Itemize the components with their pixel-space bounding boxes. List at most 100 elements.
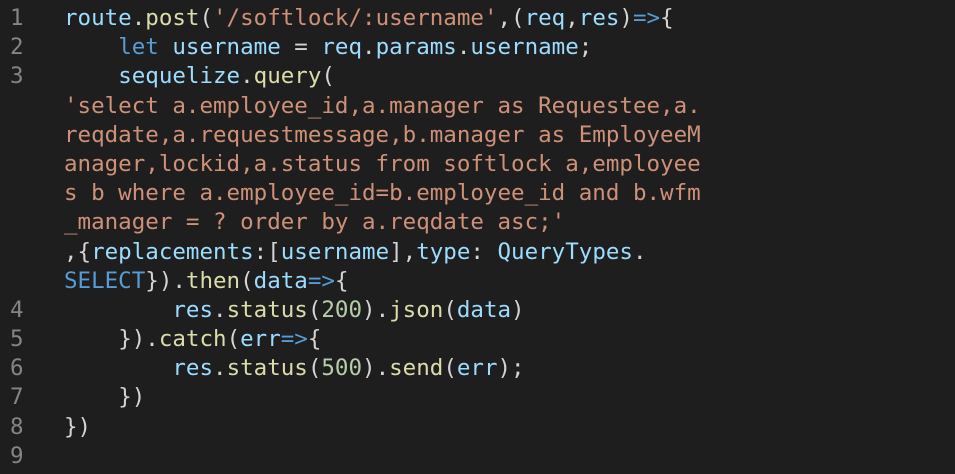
code-line[interactable]: reqdate,a.requestmessage,b.manager as Em… <box>0 121 955 150</box>
code-token: }) <box>64 413 92 440</box>
code-content: let username = req.params.username; <box>64 33 592 62</box>
code-token: . <box>362 34 376 61</box>
code-token: ). <box>362 355 390 382</box>
line-number: 9 <box>10 442 24 469</box>
line-number <box>0 179 64 208</box>
code-token: '/softlock/:username' <box>213 5 498 31</box>
code-token: ( <box>226 326 241 353</box>
code-line[interactable]: 6 res.status(500).send(err); <box>0 354 955 383</box>
code-token: ; <box>578 34 593 61</box>
code-token: QueryTypes <box>497 238 633 265</box>
code-content: sequelize.query( <box>64 62 335 91</box>
code-token: replacements <box>91 238 254 265</box>
code-token: _manager = ? order by a.reqdate asc;' <box>64 209 566 236</box>
line-number <box>0 121 64 150</box>
code-token: . <box>240 63 254 90</box>
code-token: res <box>172 296 214 323</box>
line-number: 8 <box>10 413 24 440</box>
code-content: route.post('/softlock/:username',(req,re… <box>64 4 674 33</box>
code-line[interactable]: 4 res.status(200).json(data) <box>0 296 955 325</box>
code-content: res.status(200).json(data) <box>64 296 525 325</box>
code-token: status <box>226 355 308 382</box>
code-line[interactable]: _manager = ? order by a.reqdate asc;' <box>0 208 955 237</box>
code-line[interactable]: 9 <box>0 442 955 471</box>
code-line[interactable]: 7 }) <box>0 383 955 412</box>
code-token: username <box>172 34 281 61</box>
code-token: }). <box>145 267 186 294</box>
code-content: 'select a.employee_id,a.manager as Reque… <box>64 92 701 121</box>
code-editor[interactable]: 1 route.post('/softlock/:username',(req,r… <box>0 0 955 474</box>
code-line[interactable]: s b where a.employee_id=b.employee_id an… <box>0 179 955 208</box>
code-token: => <box>632 5 661 31</box>
code-token: ( <box>307 296 322 323</box>
code-token: catch <box>158 326 227 353</box>
code-token: res <box>172 355 214 382</box>
code-token: ). <box>362 296 390 323</box>
code-token: ,( <box>497 5 525 31</box>
code-token: ) <box>619 5 633 31</box>
line-number: 7 <box>10 384 24 411</box>
code-token: . <box>131 5 146 31</box>
code-token: = <box>280 34 322 61</box>
code-token: then <box>185 267 241 294</box>
code-line[interactable]: 5 }).catch(err=>{ <box>0 325 955 354</box>
line-number: 3 <box>10 63 24 90</box>
code-token: data <box>253 267 308 294</box>
code-line[interactable]: 8}) <box>0 413 955 442</box>
code-line[interactable]: 2 let username = req.params.username; <box>0 33 955 62</box>
code-token: => <box>307 267 335 294</box>
code-token: ( <box>240 267 254 294</box>
code-token: }) <box>118 384 146 411</box>
code-content: }) <box>64 413 91 442</box>
code-token: { <box>660 5 674 31</box>
code-token: reqdate,a.requestmessage,b.manager as Em… <box>64 121 701 148</box>
code-token: ) <box>511 296 525 323</box>
code-token: ( <box>199 5 214 31</box>
code-token: ,{ <box>64 238 92 265</box>
line-number <box>0 208 64 237</box>
code-token: { <box>334 267 349 294</box>
code-token: res <box>578 5 620 31</box>
code-token: , <box>565 5 579 31</box>
code-token: . <box>213 355 227 382</box>
code-line[interactable]: anager,lockid,a.status from softlock a,e… <box>0 150 955 179</box>
code-token: let <box>118 34 159 61</box>
code-token: 200 <box>321 296 363 323</box>
code-line[interactable]: 1 route.post('/softlock/:username',(req,r… <box>0 4 955 33</box>
code-token: data <box>456 296 512 323</box>
line-number <box>0 150 64 179</box>
code-token: err <box>240 326 281 353</box>
code-token: err <box>456 355 498 382</box>
code-token: { <box>307 326 322 353</box>
code-token: ( <box>307 355 322 382</box>
line-number: 5 <box>10 326 24 353</box>
line-number: 2 <box>10 34 24 61</box>
code-token: s b where a.employee_id=b.employee_id an… <box>64 180 701 207</box>
code-token: username <box>280 238 390 265</box>
code-line[interactable]: SELECT}).then(data=>{ <box>0 267 955 296</box>
code-token: query <box>253 63 322 90</box>
code-token: 500 <box>321 355 363 382</box>
code-token: :[ <box>253 238 281 265</box>
code-content: _manager = ? order by a.reqdate asc;' <box>64 208 565 237</box>
code-token: ); <box>497 355 525 382</box>
code-token: ( <box>443 355 457 382</box>
code-token: => <box>280 326 308 353</box>
code-token: . <box>213 296 227 323</box>
code-token: route <box>64 5 132 31</box>
code-line[interactable]: ,{replacements:[username],type: QueryTyp… <box>0 238 955 267</box>
code-token: send <box>389 355 444 382</box>
line-number <box>0 238 64 267</box>
code-line[interactable]: 3 sequelize.query( <box>0 62 955 91</box>
code-token: type <box>416 238 471 265</box>
code-token: post <box>145 5 200 31</box>
code-token: 'select a.employee_id,a.manager as Reque… <box>64 92 701 119</box>
code-token: json <box>389 296 444 323</box>
line-number <box>0 267 64 296</box>
code-content: reqdate,a.requestmessage,b.manager as Em… <box>64 121 701 150</box>
code-line[interactable]: 'select a.employee_id,a.manager as Reque… <box>0 92 955 121</box>
